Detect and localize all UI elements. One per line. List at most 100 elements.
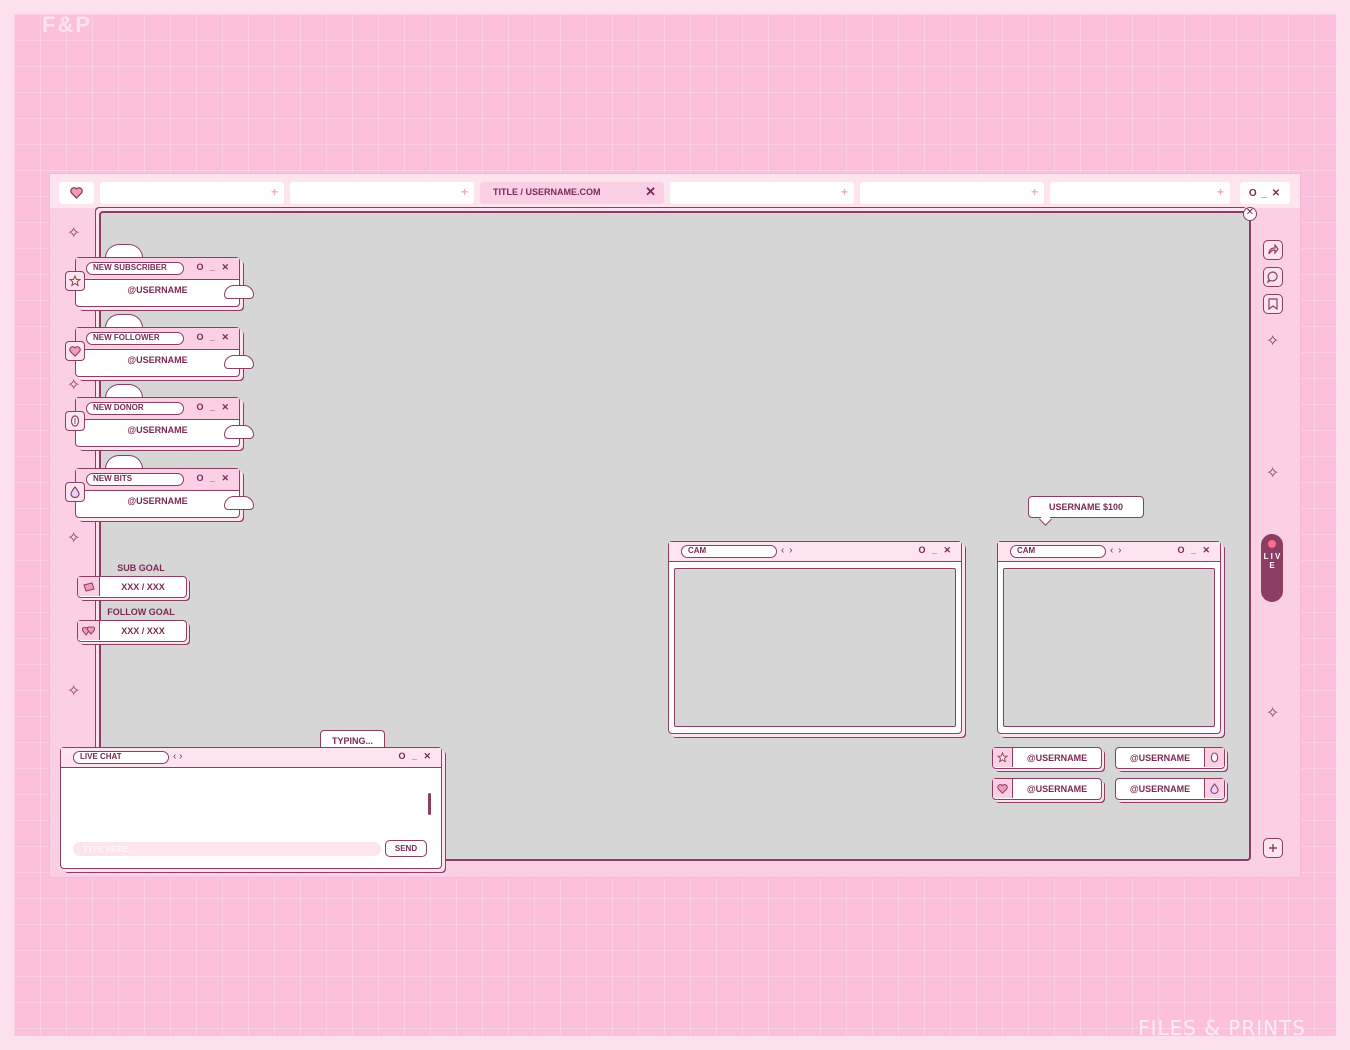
follow-goal-value: XXX / XXX [121, 626, 165, 636]
window-controls[interactable]: O _ ✕ [1177, 545, 1212, 556]
alert-header: NEW BITS O _ ✕ [76, 469, 239, 491]
sparkle-icon: ✧ [1266, 705, 1280, 722]
window-controls[interactable]: O _ ✕ [1240, 182, 1290, 204]
cloud-icon [105, 314, 143, 328]
plus-icon: + [460, 185, 468, 199]
send-button[interactable]: SEND [385, 840, 427, 857]
cam-header: CAM ‹ › O _ ✕ [669, 542, 961, 562]
follow-goal-bar: XXX / XXX [77, 620, 187, 642]
chat-header: LIVE CHAT ‹ › O _ ✕ [61, 748, 441, 768]
brand-logo-top: F&P [42, 12, 92, 37]
follow-goal-label: FOLLOW GOAL [107, 607, 175, 617]
sub-goal-label: SUB GOAL [117, 563, 165, 573]
nav-arrows-icon[interactable]: ‹ › [173, 751, 182, 762]
tag-username: @USERNAME [1129, 753, 1191, 763]
nav-arrows-icon[interactable]: ‹ › [1110, 545, 1122, 556]
sparkle-icon: ✧ [67, 377, 81, 394]
nav-arrows-icon[interactable]: ‹ › [781, 545, 793, 556]
recent-follower-tag: @USERNAME [992, 778, 1102, 800]
cam-window-2: CAM ‹ › O _ ✕ [997, 541, 1221, 734]
bookmark-button[interactable] [1263, 294, 1283, 314]
tab-active[interactable]: TITLE / USERNAME.COM ✕ [480, 182, 664, 204]
alert-new-follower: NEW FOLLOWER O _ ✕ @USERNAME [65, 314, 254, 377]
cam-header: CAM ‹ › O _ ✕ [998, 542, 1220, 562]
alert-box: NEW BITS O _ ✕ @USERNAME [75, 468, 240, 518]
plus-icon [1269, 844, 1277, 852]
cloud-icon [224, 425, 254, 439]
alert-header: NEW DONOR O _ ✕ [76, 398, 239, 420]
chat-title: LIVE CHAT [73, 751, 169, 764]
close-icon[interactable]: ✕ [645, 184, 656, 200]
chat-bubble-icon [1267, 271, 1278, 283]
alert-header: NEW FOLLOWER O _ ✕ [76, 328, 239, 350]
heart-icon [993, 779, 1013, 798]
sparkle-icon: ✧ [1266, 465, 1280, 482]
alert-title: NEW FOLLOWER [86, 332, 184, 345]
cam-view [674, 568, 956, 727]
coin-icon [65, 411, 85, 431]
cloud-icon [105, 384, 143, 398]
alert-new-donor: NEW DONOR O _ ✕ @USERNAME [65, 384, 254, 447]
sub-goal-bar: XXX / XXX [77, 576, 187, 598]
recent-subscriber-tag: @USERNAME [992, 747, 1102, 769]
close-icon[interactable]: ✕ [1243, 207, 1257, 221]
alert-username: @USERNAME [127, 355, 188, 365]
share-button[interactable] [1263, 240, 1283, 260]
alert-title: NEW BITS [86, 473, 184, 486]
bookmark-icon [1268, 298, 1278, 310]
add-button[interactable] [1263, 838, 1283, 858]
plus-icon: + [840, 185, 848, 199]
share-icon [1268, 244, 1279, 255]
heart-icon [65, 341, 85, 361]
chat-bubble-button[interactable] [1263, 267, 1283, 287]
alert-box: NEW DONOR O _ ✕ @USERNAME [75, 397, 240, 447]
cloud-icon [105, 455, 143, 469]
sparkle-icon: ✧ [1266, 575, 1280, 592]
tab-6[interactable]: + [1050, 182, 1230, 204]
coin-icon [1204, 748, 1224, 767]
tab-4[interactable]: + [670, 182, 854, 204]
alert-new-subscriber: NEW SUBSCRIBER O _ ✕ @USERNAME [65, 244, 254, 307]
window-controls[interactable]: O _ ✕ [196, 473, 231, 484]
alert-new-bits: NEW BITS O _ ✕ @USERNAME [65, 455, 254, 518]
tab-1[interactable]: + [100, 182, 284, 204]
drop-icon [65, 482, 85, 502]
heart-tab[interactable] [59, 182, 94, 204]
recent-donor-tag: @USERNAME [1115, 747, 1225, 769]
alert-username: @USERNAME [127, 285, 188, 295]
window-controls[interactable]: O _ ✕ [196, 332, 231, 343]
chat-scrollbar[interactable] [428, 793, 431, 815]
cloud-icon [105, 244, 143, 258]
tab-5[interactable]: + [860, 182, 1044, 204]
brand-logo-bottom: FILES & PRINTS [1138, 1016, 1306, 1040]
chat-input[interactable] [73, 842, 381, 856]
live-chat-window: LIVE CHAT ‹ › O _ ✕ SEND [60, 747, 442, 869]
alert-header: NEW SUBSCRIBER O _ ✕ [76, 258, 239, 280]
cam-title: CAM [1010, 545, 1106, 558]
window-controls[interactable]: O _ ✕ [918, 545, 953, 556]
cloud-icon [224, 496, 254, 510]
sparkle-icon: ✧ [1266, 333, 1280, 350]
alert-username: @USERNAME [127, 425, 188, 435]
cam-title: CAM [681, 545, 777, 558]
sparkle-icon: ✧ [67, 530, 81, 547]
heart-icon [70, 187, 83, 199]
plus-icon: + [1030, 185, 1038, 199]
sparkle-icon: ✧ [67, 683, 81, 700]
alert-username: @USERNAME [127, 496, 188, 506]
tab-2[interactable]: + [290, 182, 474, 204]
window-controls[interactable]: O _ ✕ [196, 262, 231, 273]
hearts-icon [78, 621, 100, 640]
alert-box: NEW SUBSCRIBER O _ ✕ @USERNAME [75, 257, 240, 307]
drop-icon [1204, 779, 1224, 798]
live-dot-icon [1268, 540, 1276, 548]
plus-icon: + [1216, 185, 1224, 199]
star-icon [993, 748, 1013, 767]
tag-username: @USERNAME [1026, 753, 1088, 763]
window-controls[interactable]: O _ ✕ [196, 402, 231, 413]
sparkle-icon: ✧ [67, 225, 81, 242]
ticket-icon [78, 577, 100, 596]
window-controls[interactable]: O _ ✕ [398, 751, 433, 762]
plus-icon: + [270, 185, 278, 199]
alert-title: NEW DONOR [86, 402, 184, 415]
